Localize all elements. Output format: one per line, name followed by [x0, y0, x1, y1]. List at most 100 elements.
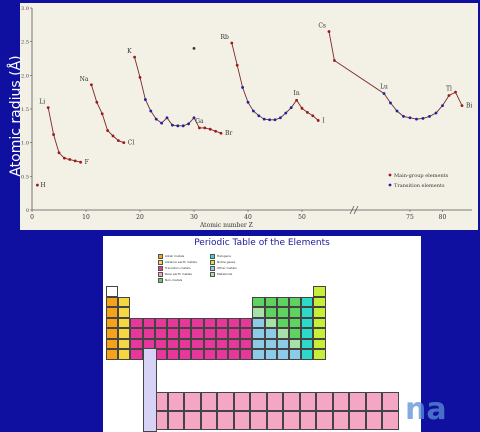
main-group-point: [90, 83, 93, 87]
transition-point: [187, 122, 191, 126]
rare-earth-placeholder: [143, 348, 157, 432]
x-tick-label: 30: [190, 214, 198, 221]
main-group-point: [111, 134, 115, 138]
element-cell: [106, 307, 119, 318]
element-cell: [203, 338, 216, 349]
main-group-point: [230, 41, 234, 45]
legend-swatch: [158, 278, 163, 283]
rare-earth-cell: [233, 392, 250, 411]
legend-swatch: [158, 266, 163, 271]
main-group-point: [95, 100, 99, 104]
element-cell: [167, 317, 180, 328]
x-axis-label: Atomic number Z: [199, 222, 253, 229]
rare-earth-cell: [349, 392, 366, 411]
rare-earth-cell: [184, 411, 201, 430]
element-cell: [240, 317, 253, 328]
main-group-point: [133, 55, 136, 59]
x-tick-label: 80: [439, 214, 447, 221]
element-cell: [301, 296, 314, 307]
element-cell: [106, 328, 119, 339]
element-cell: [313, 296, 326, 307]
rare-earth-cell: [250, 411, 267, 430]
rare-earth-cell: [266, 411, 283, 430]
x-tick-label: 10: [82, 214, 90, 221]
element-cell: [276, 317, 289, 328]
element-cell: [264, 307, 277, 318]
element-cell: [203, 349, 216, 360]
main-group-point: [63, 156, 66, 160]
transition-point: [176, 124, 180, 128]
main-group-point: [57, 151, 61, 155]
legend-label: Metalloids: [217, 272, 233, 276]
transition-point: [154, 117, 158, 121]
element-cell: [301, 328, 314, 339]
transition-point: [441, 104, 444, 108]
element-cell: [179, 317, 192, 328]
transition-point: [289, 106, 293, 110]
series-line: [90, 84, 124, 144]
main-group-point: [306, 110, 309, 114]
main-group-point: [68, 158, 72, 161]
transition-point: [421, 117, 425, 120]
element-label: K: [127, 48, 132, 55]
element-cell: [313, 286, 326, 297]
main-group-point: [198, 126, 201, 130]
main-group-point: [100, 112, 104, 116]
element-cell: [118, 328, 131, 339]
element-cell: [130, 338, 143, 349]
transition-point: [241, 86, 245, 89]
series-line: [134, 57, 222, 134]
element-cell: [130, 328, 143, 339]
transition-point: [144, 98, 147, 101]
element-cell: [301, 317, 314, 328]
element-cell: [228, 317, 241, 328]
x-tick-label: 50: [298, 214, 306, 221]
main-group-point: [460, 104, 464, 108]
element-cell: [301, 349, 314, 360]
rare-earth-cell: [167, 411, 184, 430]
legend-swatch: [210, 266, 215, 271]
element-cell: [289, 338, 302, 349]
element-cell: [106, 317, 119, 328]
main-group-point: [208, 127, 212, 131]
element-cell: [142, 328, 155, 339]
main-group-point: [333, 59, 336, 62]
main-group-point: [447, 94, 451, 97]
transition-point: [389, 101, 392, 105]
element-cell: [252, 338, 265, 349]
element-cell: [106, 338, 119, 349]
rare-earth-cell: [283, 411, 300, 430]
element-cell: [252, 328, 265, 339]
element-cell: [276, 307, 289, 318]
element-cell: [264, 349, 277, 360]
legend-label: Transition elements: [394, 183, 445, 189]
rare-earth-cell: [200, 392, 217, 411]
element-cell: [313, 328, 326, 339]
main-group-point: [300, 106, 304, 110]
main-group-point: [219, 131, 223, 135]
legend-swatch: [158, 254, 163, 259]
element-cell: [118, 307, 131, 318]
element-cell: [289, 349, 302, 360]
rare-earth-cell: [332, 411, 349, 430]
rare-earth-cell: [266, 392, 283, 411]
element-label: Cs: [318, 23, 326, 30]
main-group-point: [36, 183, 39, 187]
transition-point: [382, 92, 386, 95]
main-group-point: [73, 159, 77, 163]
element-label: Lu: [380, 84, 388, 91]
transition-point: [268, 118, 271, 122]
element-cell: [167, 349, 180, 360]
transition-point: [434, 111, 438, 115]
element-cell: [276, 338, 289, 349]
element-label: Ga: [195, 118, 204, 125]
main-group-point: [138, 75, 142, 79]
element-cell: [130, 349, 143, 360]
element-cell: [301, 338, 314, 349]
transition-point: [149, 109, 153, 113]
atomic-radius-chart: 0 0.5 1.0 1.5 2.0 2.5 3.0 0 10 20 30 40 50 75 80 Atomic…: [20, 3, 478, 230]
transition-point: [181, 124, 185, 128]
element-label: Cl: [128, 140, 135, 147]
element-cell: [215, 338, 228, 349]
element-label: Br: [225, 130, 232, 137]
